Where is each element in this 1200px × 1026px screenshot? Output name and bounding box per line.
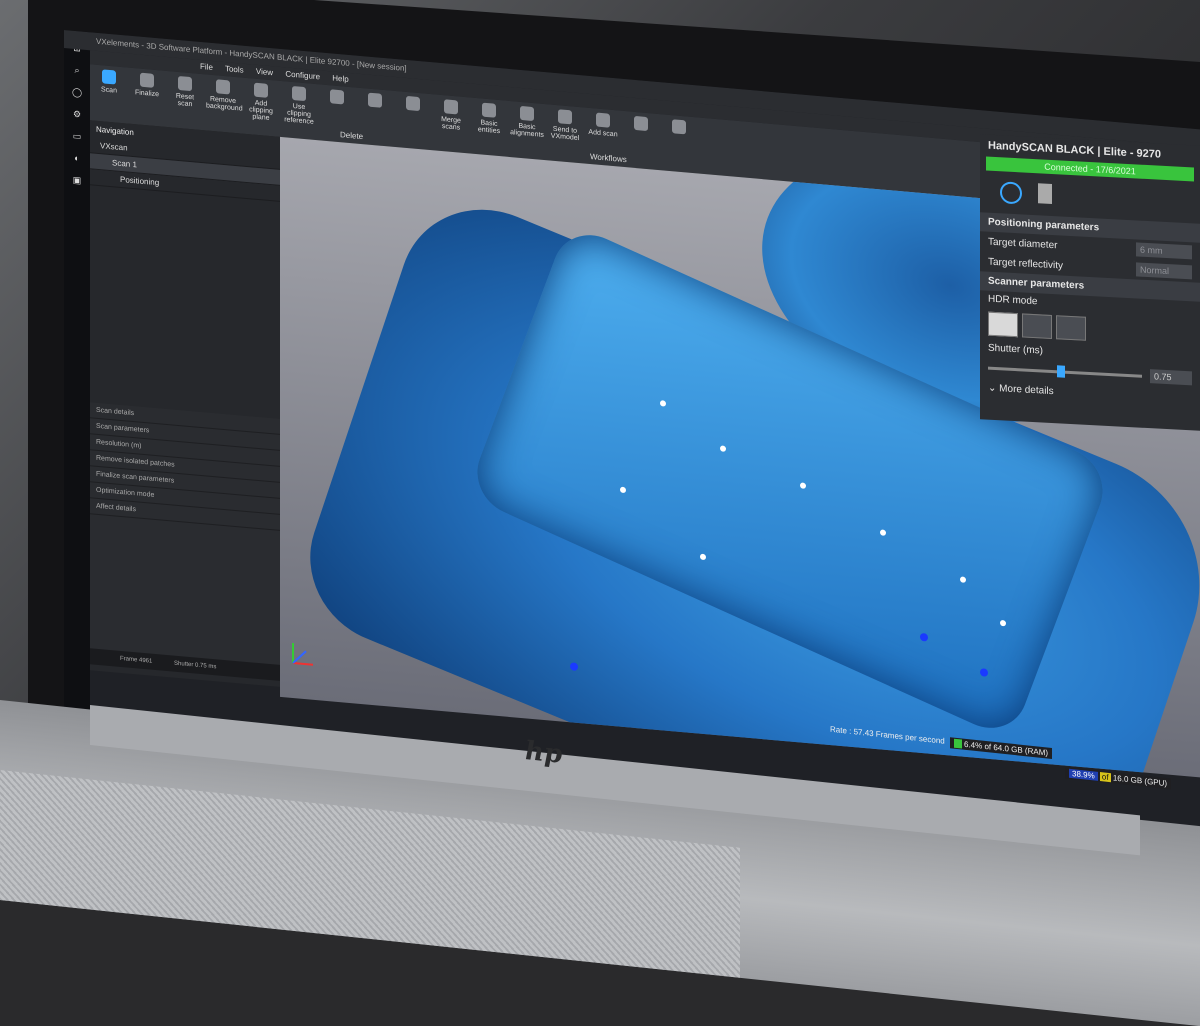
target-diameter-field[interactable]: 6 mm [1136,242,1192,260]
positioning-target [660,400,666,407]
positioning-target [620,486,626,494]
scanner-panel: HandySCAN BLACK | Elite - 9270 Connected… [980,134,1200,431]
settings-icon[interactable]: ⚙ [72,109,82,120]
detected-target [980,668,988,677]
workflow-icon [634,115,648,132]
detected-target [920,632,928,642]
positioning-target [700,553,706,561]
merge-icon [444,99,458,115]
target-reflectivity-field[interactable]: Normal [1136,262,1192,280]
scanner-mode-icons [990,175,1190,219]
delete-group-label: Delete [340,130,364,142]
shutter-slider-thumb[interactable] [1057,364,1066,378]
scan-button[interactable]: Scan [92,68,126,119]
send-to-vxmodel-button[interactable]: Send to VXmodel [548,108,582,159]
shutter-value-field[interactable]: 0.75 [1150,369,1192,386]
merge-scans-button[interactable]: Merge scans [434,98,468,149]
hdr-off-button[interactable] [988,311,1018,338]
remove-background-icon [216,79,230,95]
positioning-target [960,576,966,583]
axis-triad-icon [292,642,313,666]
entities-icon [482,102,496,118]
hp-logo: hp [525,736,563,770]
add-scan-icon [596,112,610,128]
ram-bar [954,739,962,749]
basic-alignments-button[interactable]: Basic alignments [510,105,544,156]
reset-icon [178,75,192,92]
gpu-usage: 38.9% of 16.0 GB (GPU) [1065,767,1172,790]
task-view-icon[interactable]: ◯ [72,87,82,98]
menu-file[interactable]: File [200,62,213,72]
positioning-target [800,482,806,489]
send-icon [558,109,572,125]
workflows-group-label: Workflows [590,152,627,165]
os-taskbar: ⊞ ⌕ ◯ ⚙ ▭ ◐ ▣ [64,30,90,733]
scanner-device-icon[interactable] [1038,183,1052,205]
use-clipping-reference-button[interactable]: Use clipping reference [282,85,316,136]
target-mode-icon[interactable] [1000,181,1022,205]
folder-icon[interactable]: ▭ [72,131,82,142]
positioning-target [720,445,726,452]
shutter-readout: Shutter 0.75 ms [174,660,217,671]
delete-icon [368,92,382,108]
edge-icon[interactable]: ◐ [72,153,82,164]
search-icon[interactable]: ⌕ [72,65,82,76]
workflow-icon [672,119,686,135]
positioning-target [1000,619,1006,627]
vxelements-icon[interactable]: ▣ [72,175,82,186]
finalize-button[interactable]: Finalize [130,72,164,123]
delete-icon [406,95,420,112]
details-panel: Scan details Scan parameters Resolution … [90,402,280,669]
remove-background-button[interactable]: Remove background [206,78,243,129]
menu-view[interactable]: View [256,67,273,78]
basic-entities-button[interactable]: Basic entities [472,102,506,153]
workflow-2-button[interactable] [662,118,696,169]
shutter-slider[interactable] [988,364,1142,378]
alignment-icon [520,105,534,122]
clipping-plane-icon [254,82,268,98]
chevron-down-icon: ⌄ [988,382,997,395]
scan-icon [102,69,116,85]
add-clipping-plane-button[interactable]: Add clipping plane [244,82,278,133]
clipping-reference-icon [292,85,306,102]
hdr-custom-button[interactable] [1056,315,1086,341]
positioning-target [880,529,886,536]
menu-configure[interactable]: Configure [285,69,320,81]
more-details-label: More details [999,383,1054,398]
hdr-on-button[interactable] [1022,313,1052,340]
delete-icon [330,89,344,105]
finalize-icon [140,72,154,88]
detected-target [570,662,578,671]
menu-help[interactable]: Help [332,73,348,83]
menu-tools[interactable]: Tools [225,64,244,75]
workflow-1-button[interactable] [624,115,658,166]
delete-tool-3-button[interactable] [396,95,430,146]
reset-scan-button[interactable]: Reset scan [168,75,202,126]
frame-count: Frame 4961 [120,655,153,665]
